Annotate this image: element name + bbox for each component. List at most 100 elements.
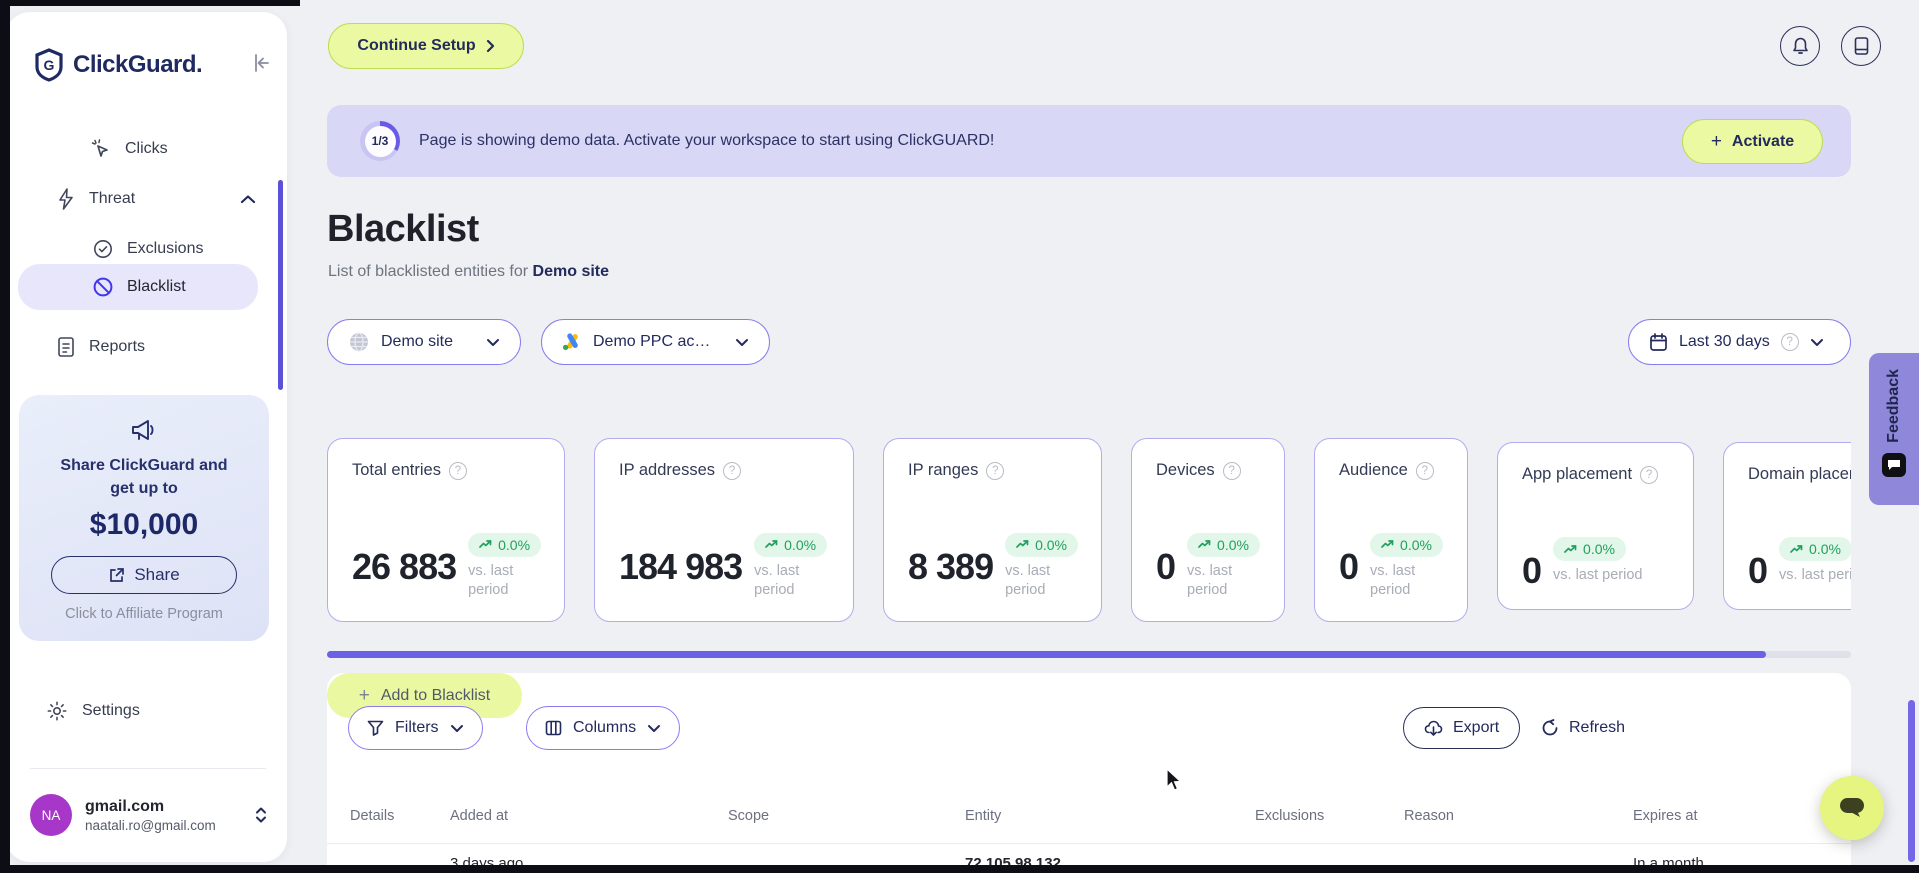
refresh-button[interactable]: Refresh	[1541, 707, 1625, 749]
date-range-selector[interactable]: Last 30 days ?	[1628, 319, 1851, 365]
chat-launcher-button[interactable]	[1820, 776, 1884, 840]
stat-change: 0.0%	[784, 536, 817, 553]
plus-icon: +	[1710, 131, 1722, 152]
site-selector-value: Demo site	[381, 333, 454, 350]
page-title: Blacklist	[327, 208, 479, 250]
column-header-added-at[interactable]: Added at	[450, 808, 508, 824]
logo-text: ClickGuard.	[73, 51, 203, 78]
docs-button[interactable]	[1841, 26, 1881, 66]
page-subtitle: List of blacklisted entities for Demo si…	[328, 263, 609, 281]
window-scrollbar-thumb[interactable]	[1908, 700, 1915, 862]
gear-icon	[47, 701, 67, 721]
help-icon: ?	[986, 461, 1005, 480]
column-header-entity[interactable]: Entity	[965, 808, 1001, 824]
stats-cards-row: Total entries? 26 883 0.0% vs. last peri…	[327, 438, 1851, 628]
trend-up-icon	[1381, 540, 1394, 549]
trend-up-icon	[1790, 544, 1803, 553]
stat-card-domain-placement: Domain placement? 0 0.0% vs. last period	[1723, 442, 1851, 610]
trend-up-icon	[1198, 540, 1211, 549]
sidebar-item-settings[interactable]: Settings	[46, 700, 140, 722]
subtitle-site-name: Demo site	[532, 263, 610, 280]
stat-change: 0.0%	[1583, 541, 1615, 557]
ppc-account-value: Demo PPC ac…	[593, 333, 711, 350]
demo-data-banner: 1/3 Page is showing demo data. Activate …	[327, 105, 1851, 177]
cards-scrollbar-thumb[interactable]	[327, 651, 1766, 658]
crisp-chat-icon	[1882, 452, 1906, 477]
megaphone-icon	[132, 420, 154, 440]
trend-up-icon	[765, 540, 778, 549]
sidebar-collapse-button[interactable]	[250, 52, 272, 79]
continue-setup-button[interactable]: Continue Setup	[328, 23, 524, 69]
cards-scrollbar-track[interactable]	[327, 651, 1851, 658]
stat-change: 0.0%	[1809, 541, 1841, 557]
filters-label: Filters	[395, 719, 439, 736]
stat-period: vs. last period	[1005, 562, 1051, 599]
calendar-icon	[1650, 333, 1667, 351]
promo-amount: $10,000	[89, 508, 199, 542]
share-button[interactable]: Share	[51, 556, 237, 595]
notifications-button[interactable]	[1780, 26, 1820, 66]
columns-button[interactable]: Columns	[526, 706, 681, 750]
sidebar-scrollbar-thumb[interactable]	[278, 180, 283, 390]
affiliate-promo-card[interactable]: Share ClickGuard and get up to $10,000 S…	[19, 395, 269, 641]
refresh-icon	[1542, 719, 1558, 736]
help-icon: ?	[723, 461, 742, 480]
sidebar-divider	[30, 768, 266, 769]
stat-value: 0	[1156, 545, 1176, 587]
stat-card-ip-ranges: IP ranges? 8 389 0.0% vs. last period	[883, 438, 1102, 622]
ppc-account-selector[interactable]: Demo PPC ac…	[541, 319, 770, 365]
help-icon: ?	[1640, 465, 1659, 484]
export-button[interactable]: Export	[1403, 707, 1521, 749]
trend-badge: 0.0%	[468, 532, 542, 557]
stat-title: Total entries	[352, 461, 441, 479]
column-header-reason[interactable]: Reason	[1404, 808, 1454, 824]
user-email: naatali.ro@gmail.com	[85, 817, 216, 833]
bell-icon	[1792, 37, 1808, 54]
stat-value: 0	[1339, 545, 1359, 587]
chat-bubble-icon	[1840, 798, 1864, 817]
feedback-tab[interactable]: Feedback	[1869, 353, 1919, 505]
filters-button[interactable]: Filters	[348, 706, 483, 750]
stat-card-ip-addresses: IP addresses? 184 983 0.0% vs. last peri…	[594, 438, 854, 622]
banner-message: Page is showing demo data. Activate your…	[419, 132, 995, 149]
sort-chevrons-icon	[256, 807, 266, 823]
trend-up-icon	[1564, 544, 1577, 553]
stat-change: 0.0%	[1035, 536, 1068, 553]
plus-icon: +	[358, 685, 370, 706]
sidebar-item-label: Blacklist	[127, 278, 186, 295]
stat-change: 0.0%	[498, 536, 531, 553]
badge-check-icon	[94, 240, 112, 258]
chevron-down-icon	[1810, 338, 1823, 346]
column-header-details[interactable]: Details	[350, 808, 394, 824]
site-selector[interactable]: Demo site	[327, 319, 521, 365]
sidebar-item-label: Clicks	[125, 140, 168, 157]
column-header-scope[interactable]: Scope	[728, 808, 769, 824]
chevron-down-icon	[736, 338, 748, 346]
sidebar-item-clicks[interactable]: Clicks	[90, 138, 168, 160]
sidebar-item-exclusions[interactable]: Exclusions	[92, 238, 203, 260]
chevron-right-icon	[486, 39, 494, 53]
window-frame-bottom	[0, 865, 1919, 873]
sidebar-item-threat[interactable]: Threat	[56, 188, 256, 210]
refresh-label: Refresh	[1569, 719, 1626, 736]
lightning-icon	[59, 188, 73, 210]
external-link-icon	[110, 568, 125, 582]
activate-button[interactable]: + Activate	[1682, 119, 1823, 164]
column-header-expires-at[interactable]: Expires at	[1633, 808, 1697, 824]
stat-value: 0	[1522, 550, 1542, 591]
columns-icon	[545, 720, 562, 736]
account-switcher[interactable]: NA gmail.com naatali.ro@gmail.com	[30, 794, 268, 836]
trend-badge: 0.0%	[754, 532, 828, 557]
column-header-exclusions[interactable]: Exclusions	[1255, 808, 1324, 824]
activate-label: Activate	[1731, 132, 1795, 150]
add-to-blacklist-label: Add to Blacklist	[380, 686, 491, 704]
svg-text:G: G	[44, 57, 55, 73]
stat-card-audience: Audience? 0 0.0% vs. last period	[1314, 438, 1468, 622]
help-icon: ?	[1415, 461, 1434, 480]
sidebar-item-label: Exclusions	[127, 240, 204, 257]
sidebar-item-reports[interactable]: Reports	[56, 336, 145, 358]
sidebar-item-blacklist[interactable]: Blacklist	[18, 264, 258, 310]
avatar: NA	[30, 794, 72, 836]
clickguard-shield-icon: G	[35, 48, 63, 82]
setup-progress-value: 1/3	[364, 125, 396, 157]
